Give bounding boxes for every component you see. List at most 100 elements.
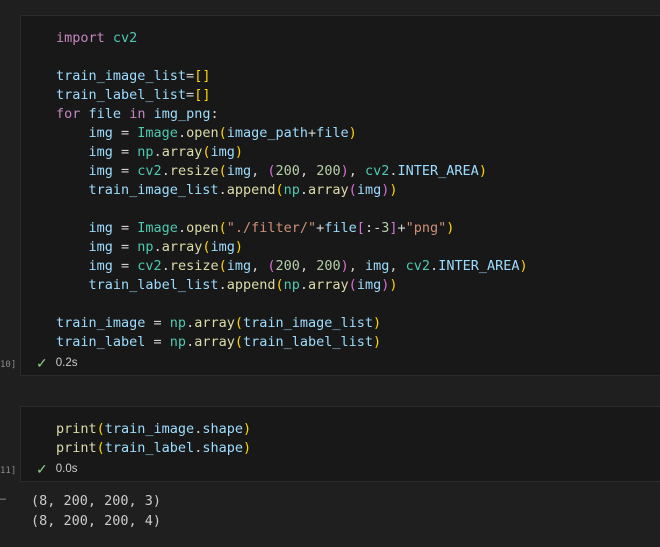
code-token: Image	[137, 125, 178, 141]
code-token: (	[348, 182, 357, 198]
code-token: ,	[299, 163, 317, 179]
code-token: =	[145, 315, 170, 331]
code-token: array	[194, 334, 235, 350]
code-token: array	[161, 239, 203, 255]
output-line: (8, 200, 200, 4)	[31, 513, 162, 529]
code-token: (	[96, 440, 105, 456]
code-token: (	[275, 277, 284, 293]
code-token: np	[283, 182, 300, 198]
code-token: Image	[137, 220, 178, 236]
code-token: )	[348, 125, 357, 141]
code-token: (	[267, 163, 276, 179]
execution-time: 0.0s	[55, 463, 78, 475]
code-line: img = Image.open(image_path+file)	[56, 124, 528, 143]
code-token: for	[56, 106, 81, 122]
code-line: train_image = np.array(train_image_list)	[56, 314, 528, 333]
code-token: np	[169, 315, 187, 331]
code-token: .	[299, 182, 309, 198]
code-token: append	[226, 277, 276, 293]
code-token: np	[137, 144, 154, 160]
code-token: array	[194, 315, 235, 331]
code-token: .	[218, 277, 227, 293]
code-token: .	[177, 220, 187, 236]
code-token: print	[56, 421, 97, 437]
cell-status: ✓ 0.0s	[36, 461, 77, 477]
code-editor[interactable]: print(train_image.shape) print(train_labe…	[56, 420, 251, 458]
code-token: =	[186, 87, 195, 103]
code-token: []	[194, 68, 211, 84]
code-line: print(train_label.shape)	[56, 439, 251, 458]
code-token: (	[275, 182, 284, 198]
code-token: )	[389, 277, 398, 293]
code-token: [	[356, 220, 365, 236]
code-token: import	[56, 30, 105, 46]
code-token: img	[88, 125, 113, 141]
cell-output: (8, 200, 200, 3) (8, 200, 200, 4)	[31, 491, 161, 531]
code-token: )	[242, 440, 252, 456]
code-token: ,	[389, 258, 406, 274]
code-cell-1[interactable]: import cv2 train_image_list=[] train_label…	[20, 15, 660, 376]
code-token: img	[88, 239, 113, 255]
code-token: img	[88, 144, 113, 160]
code-token: )	[234, 144, 244, 160]
code-token: =	[112, 220, 138, 236]
code-token: .	[389, 163, 398, 179]
code-token: (	[218, 125, 227, 141]
output-menu-icon[interactable]: …	[0, 492, 10, 503]
code-token: (	[234, 315, 243, 331]
code-token: .	[186, 334, 195, 350]
code-token: np	[169, 334, 187, 350]
code-token: )	[340, 258, 349, 274]
code-token: :-	[364, 220, 382, 236]
code-line: train_image_list=[]	[56, 67, 528, 86]
code-token: img	[88, 258, 113, 274]
code-token: +	[308, 125, 317, 141]
code-token: (	[218, 258, 227, 274]
code-token: ,	[348, 258, 365, 274]
code-token: (	[218, 163, 227, 179]
code-token: array	[308, 182, 349, 198]
code-token: img	[226, 163, 252, 179]
code-token: )	[446, 220, 455, 236]
code-token: img	[356, 182, 382, 198]
code-token: )	[242, 421, 252, 437]
code-token: file	[324, 220, 357, 236]
code-token: cv2	[112, 30, 138, 46]
code-editor[interactable]: import cv2 train_image_list=[] train_label…	[56, 29, 528, 352]
code-token: ,	[348, 163, 365, 179]
execution-time: 0.2s	[55, 357, 78, 369]
code-token: array	[161, 144, 203, 160]
code-token: .	[430, 258, 439, 274]
code-token: =	[112, 144, 138, 160]
code-token: img	[356, 277, 382, 293]
code-token: .	[218, 182, 227, 198]
code-token: append	[226, 182, 276, 198]
code-token: =	[112, 125, 138, 141]
code-line: for file in img_png:	[56, 105, 528, 124]
code-token: )	[373, 334, 382, 350]
code-token: =	[112, 258, 138, 274]
code-token: 200	[316, 163, 341, 179]
code-token: img	[210, 144, 235, 160]
code-token: ,	[251, 258, 268, 274]
code-token: =	[186, 68, 195, 84]
code-line: train_label = np.array(train_label_list)	[56, 333, 528, 352]
code-token: =	[112, 163, 138, 179]
check-icon: ✓	[36, 355, 48, 371]
code-token: in	[129, 106, 146, 122]
execution-count: 10]	[0, 360, 17, 370]
code-cell-2[interactable]: print(train_image.shape) print(train_labe…	[20, 406, 660, 482]
code-token: resize	[169, 163, 219, 179]
code-token: .	[177, 125, 187, 141]
